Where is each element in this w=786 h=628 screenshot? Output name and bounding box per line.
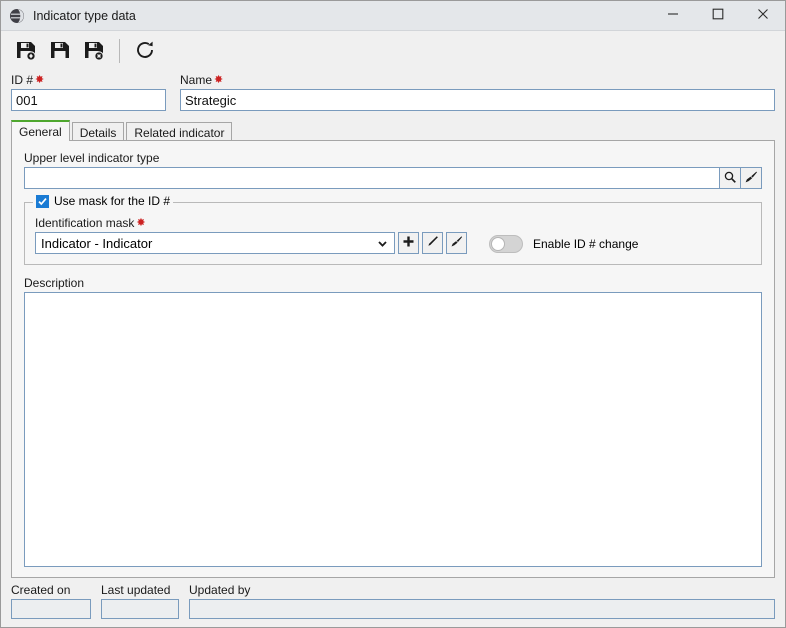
upper-level-search-button[interactable]	[720, 167, 741, 189]
maximize-icon	[712, 8, 724, 23]
identification-mask-row: Identification mask ✸ Indicator - Indica…	[35, 216, 751, 254]
upper-level-row	[24, 167, 762, 189]
upper-level-input[interactable]	[24, 167, 720, 189]
enable-id-change-toggle[interactable]	[489, 235, 523, 253]
identification-mask-label: Identification mask ✸	[35, 216, 395, 230]
window-controls	[650, 1, 785, 31]
clear-mask-button[interactable]	[446, 232, 467, 254]
close-button[interactable]	[740, 1, 785, 31]
enable-id-change-label: Enable ID # change	[533, 237, 639, 251]
refresh-button[interactable]	[128, 35, 162, 67]
name-field-block: Name ✸	[180, 73, 775, 111]
brush-icon	[450, 235, 463, 251]
tab-related-indicator[interactable]: Related indicator	[126, 122, 233, 142]
tab-details[interactable]: Details	[71, 122, 125, 142]
identification-mask-value: Indicator - Indicator	[41, 235, 153, 251]
toolbar-separator	[119, 39, 120, 63]
description-block: Description	[24, 276, 762, 567]
edit-mask-button[interactable]	[422, 232, 443, 254]
form-content: ID # ✸ Name ✸ General Details Related in…	[1, 71, 785, 578]
pencil-icon	[426, 235, 439, 251]
close-icon	[757, 8, 769, 23]
window-title: Indicator type data	[33, 8, 136, 23]
id-field-label: ID # ✸	[11, 73, 166, 87]
identification-mask-block: Identification mask ✸ Indicator - Indica…	[35, 216, 395, 254]
id-input[interactable]	[11, 89, 166, 111]
updated-by-label: Updated by	[189, 583, 251, 597]
save-button[interactable]	[43, 35, 77, 67]
globe-icon	[9, 8, 25, 24]
id-label-text: ID #	[11, 73, 34, 87]
identity-row: ID # ✸ Name ✸	[11, 73, 775, 111]
required-marker-icon: ✸	[214, 73, 224, 86]
created-on-block: Created on	[11, 583, 91, 619]
upper-level-field-block: Upper level indicator type	[24, 151, 762, 189]
audit-footer: Created on Last updated Updated by	[1, 578, 785, 627]
created-on-label: Created on	[11, 583, 71, 597]
search-icon	[723, 170, 737, 187]
use-mask-checkbox[interactable]	[36, 194, 49, 208]
tab-general[interactable]: General	[11, 120, 70, 141]
save-close-icon	[83, 39, 105, 64]
required-marker-icon: ✸	[136, 216, 146, 229]
add-mask-button[interactable]	[398, 232, 419, 254]
enable-id-change-block: Enable ID # change	[489, 235, 638, 254]
updated-by-block: Updated by	[189, 583, 775, 619]
last-updated-input	[101, 599, 179, 619]
identification-mask-select[interactable]: Indicator - Indicator	[35, 232, 395, 254]
description-textarea[interactable]	[24, 292, 762, 567]
created-on-input	[11, 599, 91, 619]
required-marker-icon: ✸	[35, 73, 45, 86]
save-new-icon	[15, 39, 37, 64]
updated-by-input	[189, 599, 775, 619]
plus-icon	[402, 235, 415, 251]
maximize-button[interactable]	[695, 1, 740, 31]
brush-icon	[744, 170, 758, 187]
indicator-type-data-window: Indicator type data ID # ✸ 001 Name ✸ St…	[0, 0, 786, 628]
refresh-icon	[134, 39, 156, 64]
chevron-down-icon	[377, 238, 388, 249]
toolbar	[1, 31, 785, 71]
save-icon	[49, 39, 71, 64]
use-mask-fieldset: Use mask for the ID # Identification mas…	[24, 194, 762, 265]
last-updated-label: Last updated	[101, 583, 171, 597]
minimize-button[interactable]	[650, 1, 695, 31]
upper-level-clear-button[interactable]	[741, 167, 762, 189]
last-updated-block: Last updated	[101, 583, 179, 619]
save-and-new-button[interactable]	[9, 35, 43, 67]
tab-strip: General Details Related indicator	[11, 120, 775, 142]
general-tab-panel: Upper level indicator type Use mask for …	[11, 140, 775, 578]
name-label-text: Name	[180, 73, 213, 87]
use-mask-legend[interactable]: Use mask for the ID #	[33, 194, 174, 208]
save-and-close-button[interactable]	[77, 35, 111, 67]
id-field-block: ID # ✸	[11, 73, 166, 111]
minimize-icon	[667, 8, 679, 23]
upper-level-label: Upper level indicator type	[24, 151, 160, 165]
identification-mask-label-text: Identification mask	[35, 216, 135, 230]
toggle-knob	[491, 237, 505, 251]
description-label: Description	[24, 276, 85, 290]
title-bar: Indicator type data	[1, 1, 785, 31]
name-input[interactable]	[180, 89, 775, 111]
name-field-label: Name ✸	[180, 73, 775, 87]
use-mask-label: Use mask for the ID #	[54, 194, 171, 208]
